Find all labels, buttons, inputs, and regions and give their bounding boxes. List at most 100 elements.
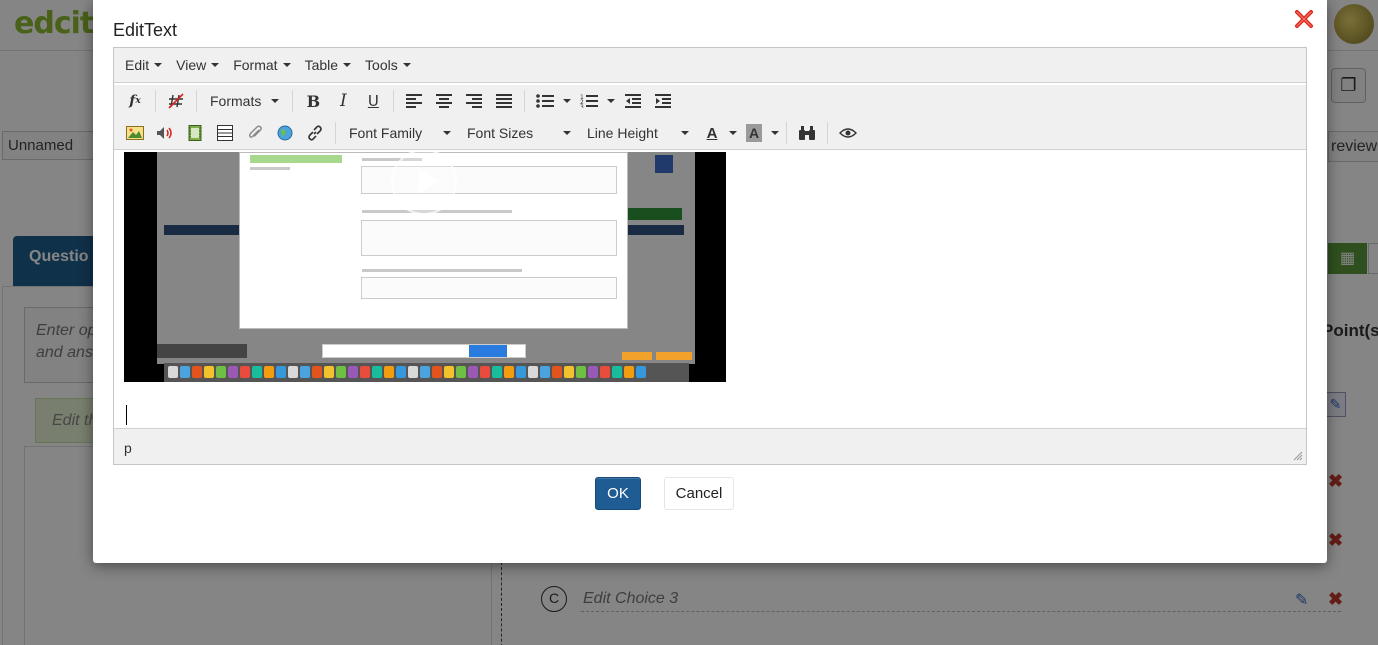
dock-app-icon — [192, 366, 202, 378]
video-frame-detail — [622, 352, 652, 360]
dock-app-icon — [396, 366, 406, 378]
resize-handle-icon[interactable] — [1293, 451, 1303, 461]
dock-app-icon — [300, 366, 310, 378]
font-sizes-dropdown[interactable]: Font Sizes — [459, 120, 579, 146]
align-justify-icon[interactable] — [489, 88, 519, 114]
dock-app-icon — [588, 366, 598, 378]
video-frame-detail — [250, 155, 342, 163]
toolbar-divider — [155, 90, 156, 112]
dock-app-icon — [228, 366, 238, 378]
align-left-icon[interactable] — [399, 88, 429, 114]
chevron-down-icon — [443, 131, 451, 135]
play-icon[interactable] — [391, 152, 457, 215]
bold-button[interactable]: B — [298, 88, 328, 114]
insert-media-globe-icon[interactable] — [270, 120, 300, 146]
dock-app-icon — [324, 366, 334, 378]
insert-image-icon[interactable] — [120, 120, 150, 146]
video-frame-detail — [362, 269, 522, 272]
menu-edit[interactable]: Edit — [118, 57, 169, 73]
dock-app-icon — [180, 366, 190, 378]
editor-menubar: Edit View Format Table Tools — [114, 48, 1306, 83]
toolbar-divider — [292, 90, 294, 112]
bullet-list-icon[interactable] — [530, 88, 560, 114]
insert-video-icon[interactable] — [180, 120, 210, 146]
align-right-icon[interactable] — [459, 88, 489, 114]
dock-app-icon — [552, 366, 562, 378]
toolbar-row-1: fx Formats B I U 123 — [114, 85, 1306, 117]
numbered-list-icon[interactable]: 123 — [574, 88, 604, 114]
font-family-dropdown[interactable]: Font Family — [341, 120, 459, 146]
dock-app-icon — [528, 366, 538, 378]
align-center-icon[interactable] — [429, 88, 459, 114]
text-cursor — [126, 405, 127, 425]
numbered-list-options-icon[interactable] — [604, 88, 618, 114]
chevron-down-icon — [154, 63, 163, 67]
dock-app-icon — [348, 366, 358, 378]
toolbar-divider — [827, 122, 828, 144]
clear-formatting-icon[interactable] — [161, 88, 191, 114]
dock-app-icon — [456, 366, 466, 378]
chevron-down-icon — [271, 99, 280, 103]
background-color-options-icon[interactable] — [769, 120, 781, 146]
find-replace-binoculars-icon[interactable] — [792, 120, 822, 146]
rich-text-editor: Edit View Format Table Tools fx Formats … — [113, 47, 1307, 465]
dock-app-icon — [204, 366, 214, 378]
dock-app-icon — [540, 366, 550, 378]
dock-app-icon — [492, 366, 502, 378]
text-color-icon[interactable]: A — [697, 120, 727, 146]
toolbar-divider — [335, 122, 336, 144]
insert-table-icon[interactable] — [210, 120, 240, 146]
dock-app-icon — [252, 366, 262, 378]
dock-app-icon — [264, 366, 274, 378]
text-color-options-icon[interactable] — [727, 120, 739, 146]
bullet-list-options-icon[interactable] — [560, 88, 574, 114]
indent-icon[interactable] — [648, 88, 678, 114]
chevron-down-icon — [681, 131, 689, 135]
element-path[interactable]: p — [124, 440, 132, 456]
editor-content-area[interactable] — [114, 152, 1306, 428]
cancel-button[interactable]: Cancel — [664, 477, 734, 510]
video-frame-detail — [361, 277, 617, 299]
underline-button[interactable]: U — [358, 88, 388, 114]
dock-app-icon — [216, 366, 226, 378]
math-formula-icon[interactable]: fx — [120, 88, 150, 114]
formats-dropdown[interactable]: Formats — [202, 88, 287, 114]
insert-link-icon[interactable] — [300, 120, 330, 146]
dock-app-icon — [600, 366, 610, 378]
attachment-icon[interactable] — [240, 120, 270, 146]
dock-app-icon — [240, 366, 250, 378]
chevron-down-icon — [211, 63, 220, 67]
video-frame-detail — [656, 352, 692, 360]
line-height-dropdown[interactable]: Line Height — [579, 120, 697, 146]
dock-app-icon — [516, 366, 526, 378]
menu-format[interactable]: Format — [226, 57, 297, 73]
dock-app-icon — [276, 366, 286, 378]
italic-button[interactable]: I — [328, 88, 358, 114]
close-x-icon — [1295, 10, 1313, 28]
preview-eye-icon[interactable] — [833, 120, 863, 146]
toolbar-divider — [393, 90, 395, 112]
menu-tools[interactable]: Tools — [358, 57, 418, 73]
background-color-icon[interactable]: A — [739, 120, 769, 146]
dock-app-icon — [420, 366, 430, 378]
dock-app-icon — [408, 366, 418, 378]
chevron-down-icon — [282, 63, 291, 67]
dock-app-icon — [288, 366, 298, 378]
dock-app-icon — [480, 366, 490, 378]
outdent-icon[interactable] — [618, 88, 648, 114]
menu-table[interactable]: Table — [298, 57, 358, 73]
dock-app-icon — [384, 366, 394, 378]
dock-app-icon — [624, 366, 634, 378]
edit-text-dialog: EditText Edit View Format Table Tools fx… — [93, 0, 1327, 563]
embedded-video[interactable] — [124, 152, 726, 382]
close-icon[interactable] — [1293, 8, 1315, 30]
recorder-controls — [157, 344, 247, 358]
video-frame-detail — [250, 167, 290, 170]
chevron-down-icon — [402, 63, 411, 67]
menu-view[interactable]: View — [169, 57, 226, 73]
dock-app-icon — [636, 366, 646, 378]
dock-app-icon — [576, 366, 586, 378]
dock-app-icon — [168, 366, 178, 378]
insert-audio-icon[interactable] — [150, 120, 180, 146]
ok-button[interactable]: OK — [595, 477, 641, 510]
